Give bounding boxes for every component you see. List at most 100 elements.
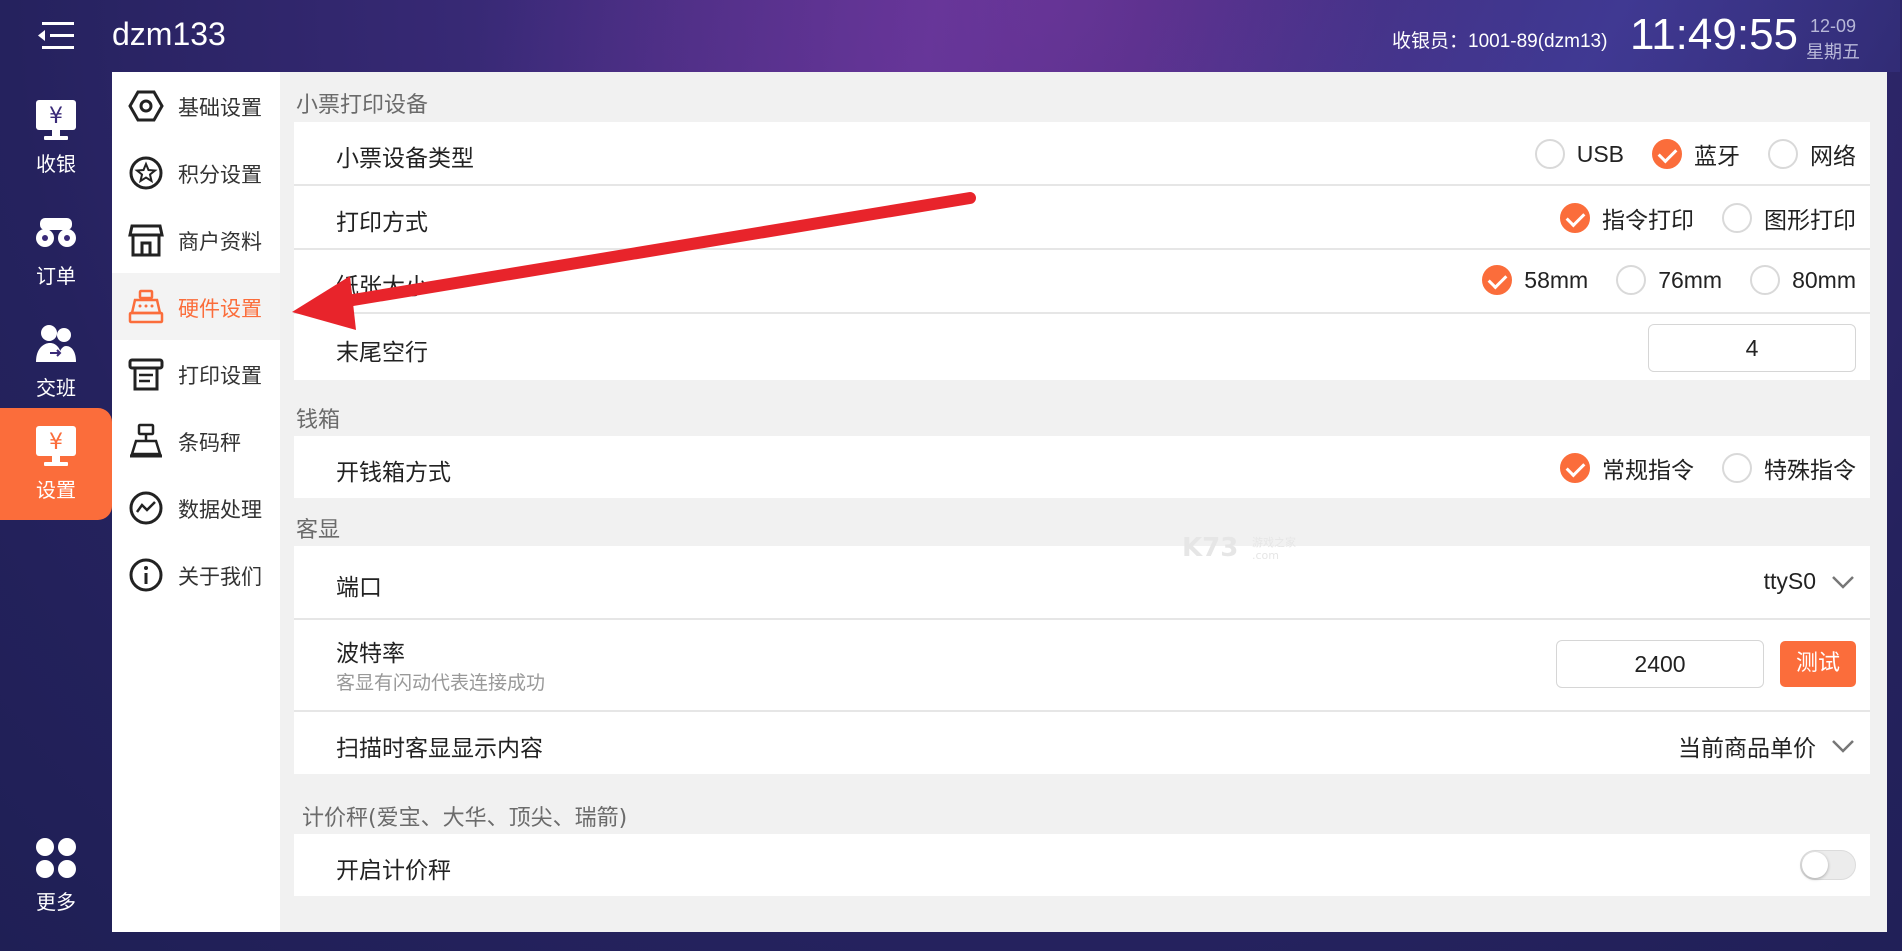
row-hint: 客显有闪动代表连接成功 xyxy=(336,672,546,694)
option-network[interactable]: 网络 xyxy=(1768,137,1856,171)
option-label: 常规指令 xyxy=(1602,457,1694,483)
option-graphic-print[interactable]: 图形打印 xyxy=(1722,201,1856,235)
row-label: 小票设备类型 xyxy=(336,146,474,172)
nav-label: 订单 xyxy=(36,264,76,288)
settings-item-label: 打印设置 xyxy=(178,364,262,388)
row-label: 波特率 xyxy=(336,641,405,667)
test-button[interactable]: 测试 xyxy=(1780,641,1856,687)
printer-icon xyxy=(128,358,164,391)
row-device-type: 小票设备类型 USB 蓝牙 网络 xyxy=(294,122,1870,184)
price-scale-toggle[interactable] xyxy=(1800,850,1856,880)
option-normal-command[interactable]: 常规指令 xyxy=(1560,451,1694,485)
nav-label: 收银 xyxy=(36,152,76,176)
info-icon xyxy=(129,558,163,592)
more-grid-icon xyxy=(36,838,76,878)
radio-button[interactable] xyxy=(1768,139,1798,169)
row-label: 扫描时客显显示内容 xyxy=(336,736,543,762)
option-label: 指令打印 xyxy=(1602,207,1694,233)
nav-label: 设置 xyxy=(36,478,76,502)
row-label: 末尾空行 xyxy=(336,340,428,366)
nav-more[interactable]: 更多 xyxy=(0,826,112,938)
radio-button-checked[interactable] xyxy=(1482,265,1513,295)
option-label: 蓝牙 xyxy=(1694,143,1740,169)
radio-button-checked[interactable] xyxy=(1560,453,1590,483)
section-title-receipt-printer: 小票打印设备 xyxy=(296,93,429,118)
scan-content-select[interactable]: 当前商品单价 xyxy=(1678,729,1856,763)
row-baud-rate: 波特率 客显有闪动代表连接成功 2400 测试 xyxy=(294,620,1870,710)
store-icon xyxy=(128,224,164,257)
settings-item-basic[interactable]: 基础设置 xyxy=(112,72,280,139)
settings-item-print[interactable]: 打印设置 xyxy=(112,340,280,407)
option-76mm[interactable]: 76mm xyxy=(1616,265,1722,295)
row-cash-drawer-mode: 开钱箱方式 常规指令 特殊指令 xyxy=(294,436,1870,498)
option-command-print[interactable]: 指令打印 xyxy=(1560,201,1694,235)
row-label: 纸张大小 xyxy=(336,274,428,300)
option-special-command[interactable]: 特殊指令 xyxy=(1722,451,1856,485)
radio-button[interactable] xyxy=(1722,453,1752,483)
nav-shift[interactable]: 交班 xyxy=(0,306,112,418)
nav-cashier[interactable]: ¥ 收银 xyxy=(0,82,112,194)
date-block: 12-09 星期五 xyxy=(1806,13,1860,65)
settings-item-points[interactable]: 积分设置 xyxy=(112,139,280,206)
cash-drawer-options: 常规指令 特殊指令 xyxy=(1532,451,1856,485)
option-label: 特殊指令 xyxy=(1764,457,1856,483)
select-value: 当前商品单价 xyxy=(1678,735,1816,761)
option-label: 网络 xyxy=(1810,143,1856,169)
register-icon xyxy=(128,289,164,324)
star-icon xyxy=(129,156,163,190)
row-label: 端口 xyxy=(336,575,382,601)
cashier-icon: ¥ xyxy=(36,100,76,140)
settings-item-label: 积分设置 xyxy=(178,163,262,187)
svg-text:¥: ¥ xyxy=(49,104,63,129)
row-scan-display-content: 扫描时客显显示内容 当前商品单价 xyxy=(294,712,1870,774)
option-58mm[interactable]: 58mm xyxy=(1482,265,1588,295)
settings-sidebar: 基础设置 积分设置 商户资料 硬件设置 打印设置 条码秤 数据处理 关于我们 xyxy=(112,72,280,932)
option-label: 76mm xyxy=(1658,266,1723,293)
chevron-down-icon xyxy=(1832,575,1854,589)
tail-lines-input[interactable]: 4 xyxy=(1648,324,1856,372)
nav-label: 更多 xyxy=(36,890,76,914)
svg-text:¥: ¥ xyxy=(49,430,63,455)
shift-icon xyxy=(36,325,76,362)
row-enable-price-scale: 开启计价秤 xyxy=(294,834,1870,896)
device-type-options: USB 蓝牙 网络 xyxy=(1507,137,1856,171)
settings-item-barcode-scale[interactable]: 条码秤 xyxy=(112,407,280,474)
radio-button-checked[interactable] xyxy=(1652,139,1682,169)
radio-button[interactable] xyxy=(1750,265,1781,295)
app-title: dzm133 xyxy=(112,16,226,52)
menu-collapse-icon[interactable] xyxy=(36,20,76,52)
cashier-info: 收银员：1001-89(dzm13) xyxy=(1392,31,1608,52)
radio-button-checked[interactable] xyxy=(1560,203,1590,233)
settings-item-data[interactable]: 数据处理 xyxy=(112,474,280,541)
svg-text:.com: .com xyxy=(1252,549,1279,562)
paper-size-options: 58mm 76mm 80mm xyxy=(1454,265,1856,295)
baud-rate-input[interactable]: 2400 xyxy=(1556,640,1764,688)
order-icon xyxy=(36,218,76,247)
row-label: 开启计价秤 xyxy=(336,858,451,884)
main-nav: ¥ 收银 订单 交班 ¥ 设置 更多 xyxy=(0,72,112,951)
scrollbar[interactable] xyxy=(1879,72,1887,932)
settings-item-merchant[interactable]: 商户资料 xyxy=(112,206,280,273)
nav-settings[interactable]: ¥ 设置 xyxy=(0,408,112,520)
nav-orders[interactable]: 订单 xyxy=(0,194,112,306)
settings-item-label: 条码秤 xyxy=(178,431,241,455)
scale-icon xyxy=(130,423,162,458)
option-80mm[interactable]: 80mm xyxy=(1750,265,1856,295)
option-usb[interactable]: USB xyxy=(1534,139,1624,169)
settings-item-about[interactable]: 关于我们 xyxy=(112,541,280,608)
chevron-down-icon xyxy=(1832,740,1854,753)
weekday-text: 星期五 xyxy=(1806,42,1860,62)
section-title-customer-display: 客显 xyxy=(296,518,341,543)
radio-button[interactable] xyxy=(1616,265,1647,295)
settings-item-hardware[interactable]: 硬件设置 xyxy=(112,273,280,340)
option-label: 58mm xyxy=(1524,266,1589,293)
option-bluetooth[interactable]: 蓝牙 xyxy=(1652,137,1740,171)
print-mode-options: 指令打印 图形打印 xyxy=(1532,201,1856,235)
row-tail-lines: 末尾空行 4 xyxy=(294,314,1870,380)
settings-item-label: 数据处理 xyxy=(178,498,262,522)
radio-button[interactable] xyxy=(1722,203,1752,233)
radio-button[interactable] xyxy=(1534,139,1565,169)
row-label: 打印方式 xyxy=(336,210,428,236)
port-select[interactable]: ttyS0 xyxy=(1764,568,1856,595)
settings-icon: ¥ xyxy=(36,426,76,466)
